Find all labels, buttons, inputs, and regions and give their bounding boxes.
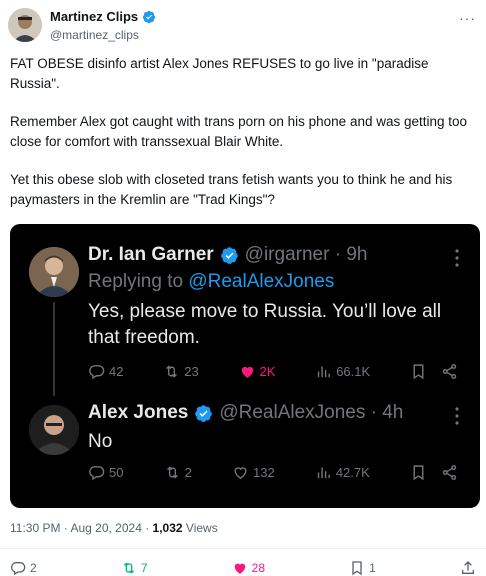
share-icon <box>442 364 457 379</box>
quoted-bookmark-share <box>410 363 458 380</box>
verified-badge-icon <box>220 246 238 264</box>
like-count: 2K <box>259 364 276 379</box>
reply-icon <box>89 466 105 481</box>
reply-count: 50 <box>109 465 124 480</box>
views-label: Views <box>182 521 218 535</box>
bookmark-icon <box>413 465 424 481</box>
repost-icon <box>166 466 178 479</box>
quoted-header-2: Alex Jones @RealAlexJones · 4h <box>88 402 403 424</box>
heart-icon <box>234 467 247 480</box>
like-count: 28 <box>251 561 266 575</box>
quoted-reply-count: 42 <box>88 363 123 380</box>
author-handle[interactable]: @martinez_clips <box>50 28 156 42</box>
bookmark-icon <box>413 364 424 380</box>
quoted-replying-to: Replying to @RealAlexJones <box>88 271 334 293</box>
quoted-actions-1: 42 23 2K 66.1K <box>88 363 458 380</box>
post-paragraph: Yet this obese slob with closeted trans … <box>10 172 453 207</box>
author-block: Martinez Clips @martinez_clips <box>50 9 156 42</box>
quoted-more-icon <box>455 249 459 267</box>
heart-filled-icon <box>241 366 253 378</box>
quoted-view-count: 42.7K <box>315 464 370 481</box>
author-name[interactable]: Martinez Clips <box>50 9 138 24</box>
quoted-author-handle: @RealAlexJones · 4h <box>219 402 404 423</box>
bookmark-count: 1 <box>369 561 376 575</box>
quoted-like-count: 132 <box>232 464 275 481</box>
view-count: 42.7K <box>335 465 370 480</box>
reply-icon <box>89 365 105 380</box>
views-icon <box>317 467 330 479</box>
quoted-more-icon <box>455 407 459 425</box>
views-count: 1,032 <box>152 521 183 535</box>
repost-count: 23 <box>184 364 199 379</box>
quoted-tweet-text: No <box>88 431 113 452</box>
post-timestamp[interactable]: 11:30 PM · Aug 20, 2024 · <box>10 521 153 535</box>
post-metadata: 11:30 PM · Aug 20, 2024 · 1,032 Views <box>10 521 218 535</box>
bookmark-button[interactable]: 1 <box>349 560 376 576</box>
author-avatar[interactable] <box>8 8 42 42</box>
quoted-repost-count: 2 <box>164 464 192 481</box>
quoted-author-name: Alex Jones <box>88 402 189 423</box>
share-button[interactable] <box>460 560 476 576</box>
verified-badge-icon <box>195 404 213 422</box>
reply-icon <box>11 562 26 576</box>
reply-button[interactable]: 2 <box>10 560 37 576</box>
quoted-header-1: Dr. Ian Garner @irgarner · 9h <box>88 244 367 266</box>
views-icon <box>318 366 331 378</box>
quoted-bookmark-share <box>410 464 458 481</box>
replying-mention: @RealAlexJones <box>188 271 335 292</box>
share-icon <box>461 561 474 574</box>
repost-button[interactable]: 7 <box>121 560 148 576</box>
quoted-author-name: Dr. Ian Garner <box>88 244 214 265</box>
quoted-author-handle: @irgarner · 9h <box>244 244 368 265</box>
quoted-tweet-text: Yes, please move to Russia. You’ll love … <box>88 301 442 348</box>
repost-icon <box>123 562 134 574</box>
reply-count: 2 <box>30 561 37 575</box>
author-name-row[interactable]: Martinez Clips <box>50 9 156 24</box>
repost-count: 2 <box>184 465 192 480</box>
repost-icon <box>166 365 178 378</box>
divider <box>0 548 486 549</box>
quoted-like-count: 2K <box>239 363 276 380</box>
quoted-repost-count: 23 <box>163 363 199 380</box>
replying-prefix: Replying to <box>88 271 189 292</box>
quoted-reply-count: 50 <box>88 464 123 481</box>
quoted-actions-2: 50 2 132 42.7K <box>88 464 458 481</box>
post-text: FAT OBESE disinfo artist Alex Jones REFU… <box>10 54 478 228</box>
embedded-screenshot[interactable]: Dr. Ian Garner @irgarner · 9h Replying t… <box>10 224 480 508</box>
post-paragraph: Remember Alex got caught with trans porn… <box>10 114 468 149</box>
quoted-avatar-alex-jones <box>29 405 79 455</box>
heart-filled-icon <box>234 563 245 574</box>
post-actions: 2 7 28 1 <box>10 560 476 576</box>
like-button[interactable]: 28 <box>232 560 265 576</box>
like-count: 132 <box>252 465 275 480</box>
more-options-icon[interactable]: ··· <box>459 10 476 26</box>
quoted-avatar-ian-garner <box>29 247 79 297</box>
view-count: 66.1K <box>336 364 371 379</box>
thread-connector-line <box>53 302 55 396</box>
repost-count: 7 <box>140 561 148 575</box>
share-icon <box>442 465 457 480</box>
post-paragraph: FAT OBESE disinfo artist Alex Jones REFU… <box>10 56 429 91</box>
verified-badge-icon <box>143 10 156 23</box>
bookmark-icon <box>352 561 362 576</box>
quoted-view-count: 66.1K <box>315 363 370 380</box>
reply-count: 42 <box>109 364 124 379</box>
